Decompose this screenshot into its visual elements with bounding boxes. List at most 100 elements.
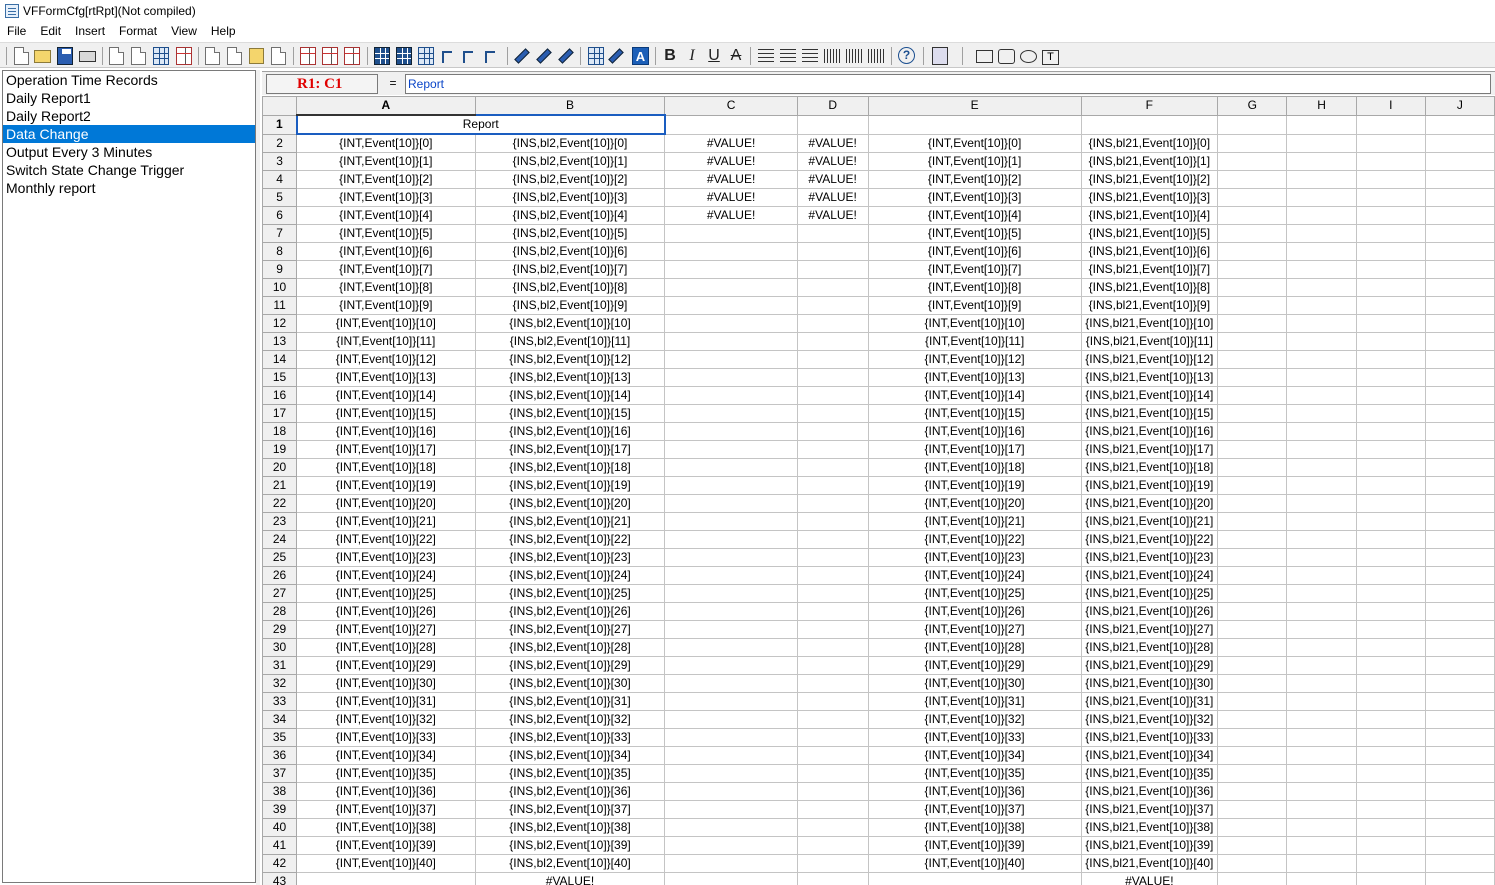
oval-icon[interactable]	[1020, 50, 1037, 63]
grid-cell[interactable]: {INS,bl2,Event[10]}[23]	[474, 548, 666, 567]
grid-cell[interactable]: {INT,Event[10]}[25]	[867, 584, 1082, 603]
underline-icon[interactable]: U	[705, 47, 723, 65]
row-header[interactable]: 19	[261, 440, 298, 459]
panel-splitter[interactable]	[256, 70, 260, 885]
select-icon[interactable]	[932, 47, 948, 65]
barcode-icon[interactable]	[824, 49, 841, 63]
grid-cell[interactable]	[1355, 638, 1426, 657]
grid-cell[interactable]	[796, 584, 869, 603]
grid-cell[interactable]	[1424, 566, 1495, 585]
row-header[interactable]: 42	[261, 854, 298, 873]
grid-cell[interactable]: {INT,Event[10]}[5]	[867, 224, 1082, 243]
grid-cell[interactable]: {INT,Event[10]}[39]	[867, 836, 1082, 855]
grid-cell[interactable]	[664, 368, 798, 387]
open-folder-icon[interactable]	[34, 50, 51, 63]
grid-cell[interactable]: {INT,Event[10]}[6]	[296, 242, 476, 261]
row-header[interactable]: 15	[261, 368, 298, 387]
grid-cell[interactable]	[1355, 114, 1426, 135]
grid-cell[interactable]	[1424, 494, 1495, 513]
grid-settings-icon[interactable]	[176, 47, 192, 65]
grid-cell[interactable]	[1217, 494, 1288, 513]
grid-cell[interactable]	[1217, 386, 1288, 405]
grid-cell[interactable]	[1355, 224, 1426, 243]
grid-cell[interactable]	[796, 314, 869, 333]
grid-cell[interactable]: {INT,Event[10]}[30]	[867, 674, 1082, 693]
grid-cell[interactable]	[1355, 242, 1426, 261]
grid-cell[interactable]: {INS,bl2,Event[10]}[21]	[474, 512, 666, 531]
grid-cell[interactable]	[796, 800, 869, 819]
grid-cell[interactable]	[1424, 350, 1495, 369]
table-icon[interactable]	[153, 47, 169, 65]
grid-cell[interactable]	[664, 746, 798, 765]
grid-cell[interactable]	[664, 404, 798, 423]
grid-cell[interactable]	[1217, 152, 1288, 171]
grid-cell[interactable]	[1424, 656, 1495, 675]
menu-format[interactable]: Format	[112, 22, 164, 41]
grid-cell[interactable]	[1217, 224, 1288, 243]
grid-cell[interactable]	[1355, 476, 1426, 495]
grid-cell[interactable]: {INT,Event[10]}[16]	[296, 422, 476, 441]
grid-cell[interactable]: {INT,Event[10]}[30]	[296, 674, 476, 693]
grid-cell[interactable]	[1286, 854, 1357, 873]
grid-cell[interactable]	[664, 422, 798, 441]
grid-cell[interactable]: {INS,bl21,Event[10]}[14]	[1080, 386, 1219, 405]
grid-cell[interactable]	[1217, 278, 1288, 297]
grid-cell[interactable]: {INS,bl21,Event[10]}[35]	[1080, 764, 1219, 783]
row-header[interactable]: 29	[261, 620, 298, 639]
grid-cell[interactable]: {INS,bl21,Event[10]}[40]	[1080, 854, 1219, 873]
grid-cell[interactable]: {INS,bl2,Event[10]}[5]	[474, 224, 666, 243]
row-header[interactable]: 28	[261, 602, 298, 621]
grid-cell[interactable]	[1286, 602, 1357, 621]
grid-cell[interactable]	[1355, 584, 1426, 603]
grid-cell[interactable]	[867, 872, 1082, 885]
grid-cell[interactable]: {INS,bl21,Event[10]}[15]	[1080, 404, 1219, 423]
grid-cell[interactable]	[796, 710, 869, 729]
column-header-a[interactable]: A	[296, 96, 476, 116]
grid-cell[interactable]	[664, 332, 798, 351]
grid-cell[interactable]: {INS,bl2,Event[10]}[38]	[474, 818, 666, 837]
grid-cell[interactable]: #VALUE!	[664, 133, 798, 153]
row-header[interactable]: 31	[261, 656, 298, 675]
grid-cell[interactable]	[1424, 818, 1495, 837]
grid-cell[interactable]: {INT,Event[10]}[22]	[296, 530, 476, 549]
report-title-cell[interactable]: Report	[295, 114, 666, 135]
grid-cell[interactable]	[1217, 548, 1288, 567]
grid-cell[interactable]	[1424, 242, 1495, 261]
grid-cell[interactable]: {INS,bl2,Event[10]}[19]	[474, 476, 666, 495]
align-center-icon[interactable]	[780, 49, 796, 63]
grid-cell[interactable]: {INT,Event[10]}[11]	[296, 332, 476, 351]
grid-cell[interactable]	[1217, 854, 1288, 873]
grid-cell[interactable]: {INS,bl21,Event[10]}[22]	[1080, 530, 1219, 549]
grid-cell[interactable]	[1424, 260, 1495, 279]
grid-cell[interactable]: {INT,Event[10]}[28]	[867, 638, 1082, 657]
cut-icon[interactable]	[205, 47, 220, 65]
grid-cell[interactable]	[796, 602, 869, 621]
grid-cell[interactable]	[796, 350, 869, 369]
grid-cell[interactable]: #VALUE!	[664, 152, 798, 171]
table-grid-icon[interactable]	[396, 47, 412, 65]
grid-cell[interactable]: {INT,Event[10]}[26]	[296, 602, 476, 621]
row-header[interactable]: 2	[261, 133, 298, 153]
grid-cell[interactable]	[1217, 836, 1288, 855]
grid-cell[interactable]: {INT,Event[10]}[15]	[296, 404, 476, 423]
grid-cell[interactable]: {INT,Event[10]}[4]	[867, 206, 1082, 225]
grid-cell[interactable]: {INS,bl2,Event[10]}[33]	[474, 728, 666, 747]
grid-cell[interactable]	[796, 494, 869, 513]
grid-cell[interactable]	[1424, 854, 1495, 873]
grid-cell[interactable]	[796, 332, 869, 351]
grid-cell[interactable]	[1286, 476, 1357, 495]
grid-cell[interactable]: {INT,Event[10]}[25]	[296, 584, 476, 603]
grid-cell[interactable]: {INS,bl21,Event[10]}[6]	[1080, 242, 1219, 261]
grid-cell[interactable]	[1355, 854, 1426, 873]
grid-cell[interactable]: {INS,bl21,Event[10]}[34]	[1080, 746, 1219, 765]
grid-cell[interactable]: {INT,Event[10]}[35]	[867, 764, 1082, 783]
bold-icon[interactable]: B	[661, 47, 679, 65]
grid-cell[interactable]: {INS,bl2,Event[10]}[11]	[474, 332, 666, 351]
grid-cell[interactable]	[1217, 782, 1288, 801]
grid-cell[interactable]	[664, 386, 798, 405]
grid-cell[interactable]	[796, 638, 869, 657]
grid-cell[interactable]: {INT,Event[10]}[6]	[867, 242, 1082, 261]
grid-cell[interactable]: {INS,bl2,Event[10]}[25]	[474, 584, 666, 603]
grid-cell[interactable]	[796, 692, 869, 711]
column-header-d[interactable]: D	[796, 96, 869, 116]
